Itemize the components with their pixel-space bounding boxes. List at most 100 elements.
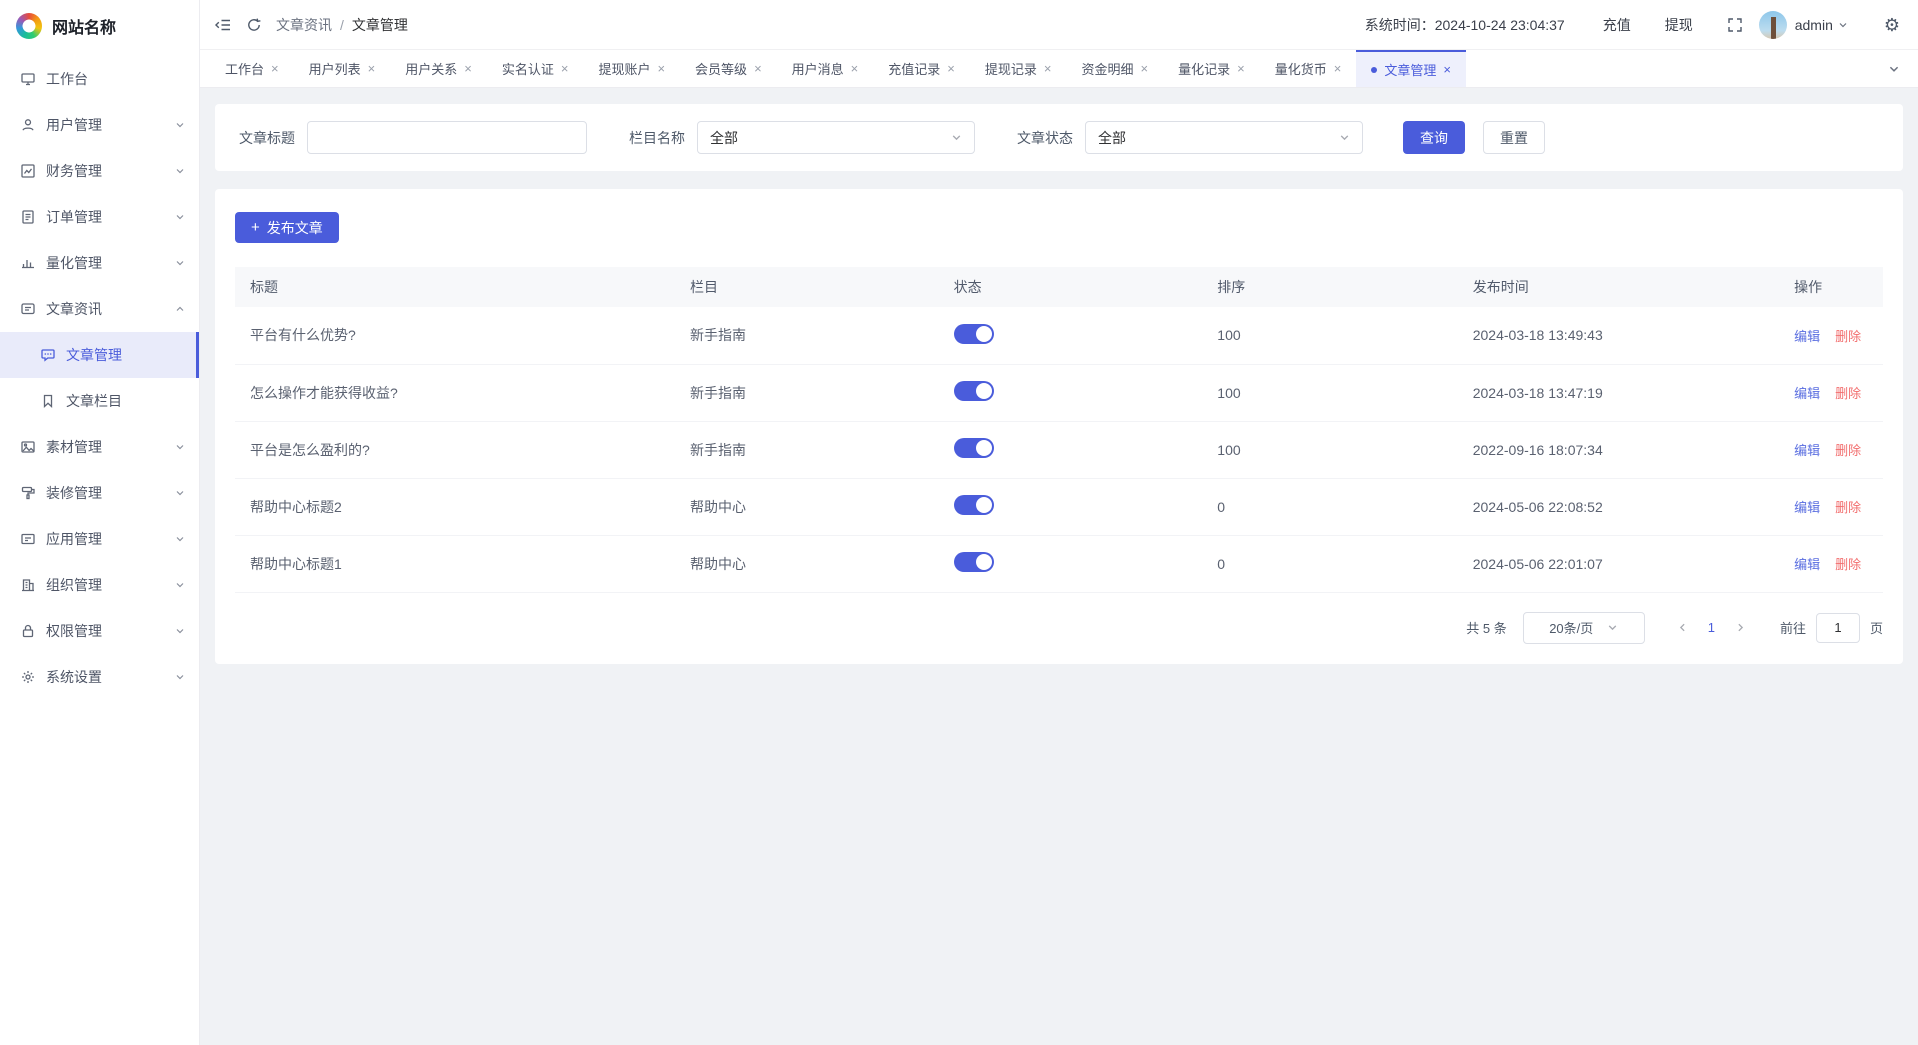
menu-collapse-icon[interactable] — [214, 16, 232, 34]
sidebar-item-articles[interactable]: 文章资讯 — [0, 286, 199, 332]
tab-close-icon[interactable]: × — [368, 61, 376, 76]
edit-link[interactable]: 编辑 — [1794, 500, 1820, 515]
table-row: 帮助中心标题1 帮助中心 0 2024-05-06 22:01:07 编辑删除 — [235, 535, 1883, 592]
status-toggle[interactable] — [954, 324, 994, 344]
status-toggle[interactable] — [954, 381, 994, 401]
sidebar-item-finance[interactable]: 财务管理 — [0, 148, 199, 194]
delete-link[interactable]: 删除 — [1835, 329, 1861, 344]
delete-link[interactable]: 删除 — [1835, 557, 1861, 572]
status-select[interactable]: 全部 — [1085, 121, 1363, 154]
tab-member-levels[interactable]: 会员等级× — [680, 50, 777, 87]
recharge-link[interactable]: 充值 — [1603, 15, 1631, 35]
tab-recharge-records[interactable]: 充值记录 × — [873, 50, 970, 87]
search-button[interactable]: 查询 — [1403, 121, 1465, 154]
cell-status — [944, 307, 1208, 364]
table-row: 平台有什么优势? 新手指南 100 2024-03-18 13:49:43 编辑… — [235, 307, 1883, 364]
tab-workbench[interactable]: 工作台× — [210, 50, 294, 87]
reset-button[interactable]: 重置 — [1483, 121, 1545, 154]
tab-quant-currency[interactable]: 量化货币× — [1260, 50, 1357, 87]
chevron-down-icon — [1607, 622, 1618, 633]
status-toggle[interactable] — [954, 495, 994, 515]
status-toggle[interactable] — [954, 552, 994, 572]
sidebar-item-article-manage[interactable]: 文章管理 — [0, 332, 199, 378]
col-category: 栏目 — [680, 267, 944, 307]
tab-label: 资金明细 — [1081, 59, 1133, 78]
sidebar-item-decoration[interactable]: 装修管理 — [0, 470, 199, 516]
tab-label: 用户消息 — [792, 59, 844, 78]
sidebar-item-quant[interactable]: 量化管理 — [0, 240, 199, 286]
edit-link[interactable]: 编辑 — [1794, 557, 1820, 572]
sidebar-item-permissions[interactable]: 权限管理 — [0, 608, 199, 654]
sidebar-item-article-columns[interactable]: 文章栏目 — [0, 378, 199, 424]
publish-article-label: 发布文章 — [267, 218, 323, 238]
tab-close-icon[interactable]: × — [1141, 61, 1149, 76]
tab-fund-details[interactable]: 资金明细 × — [1066, 50, 1163, 87]
tab-close-icon[interactable]: × — [1443, 62, 1451, 77]
table-row: 怎么操作才能获得收益? 新手指南 100 2024-03-18 13:47:19… — [235, 364, 1883, 421]
page-unit-label: 页 — [1870, 618, 1883, 637]
app-root: 网站名称 工作台 用户管理 财务管理 订单管理 — [0, 0, 1918, 1045]
tab-close-icon[interactable]: × — [561, 61, 569, 76]
tab-article-manage[interactable]: 文章管理× — [1356, 50, 1466, 87]
cell-time: 2024-03-18 13:47:19 — [1463, 364, 1784, 421]
tab-close-icon[interactable]: × — [464, 61, 472, 76]
withdraw-link[interactable]: 提现 — [1665, 15, 1693, 35]
tab-close-icon[interactable]: × — [947, 61, 955, 76]
sidebar-item-label: 权限管理 — [46, 621, 165, 641]
tab-real-name-auth[interactable]: 实名认证× — [487, 50, 584, 87]
page-size-select[interactable]: 20条/页 — [1523, 612, 1645, 644]
page-number[interactable]: 1 — [1698, 620, 1725, 635]
article-title-input[interactable] — [307, 121, 587, 154]
sidebar-item-users[interactable]: 用户管理 — [0, 102, 199, 148]
tab-label: 充值记录 — [888, 59, 940, 78]
tab-close-icon[interactable]: × — [851, 61, 859, 76]
category-select[interactable]: 全部 — [697, 121, 975, 154]
plus-icon: + — [251, 219, 260, 236]
sidebar-item-orders[interactable]: 订单管理 — [0, 194, 199, 240]
status-toggle[interactable] — [954, 438, 994, 458]
tab-withdraw-accounts[interactable]: 提现账户× — [583, 50, 680, 87]
chevron-down-icon — [1838, 20, 1848, 30]
tab-user-list[interactable]: 用户列表× — [294, 50, 391, 87]
tab-user-messages[interactable]: 用户消息 × — [777, 50, 874, 87]
tab-label: 提现记录 — [985, 59, 1037, 78]
delete-link[interactable]: 删除 — [1835, 443, 1861, 458]
user-menu[interactable]: admin — [1795, 17, 1848, 33]
edit-link[interactable]: 编辑 — [1794, 443, 1820, 458]
prev-page-button[interactable] — [1667, 622, 1698, 633]
tab-close-icon[interactable]: × — [754, 61, 762, 76]
settings-gear-icon[interactable]: ⚙ — [1884, 16, 1900, 34]
tab-quant-records[interactable]: 量化记录× — [1163, 50, 1260, 87]
avatar[interactable] — [1759, 11, 1787, 39]
tab-user-relations[interactable]: 用户关系 × — [390, 50, 487, 87]
sidebar-item-settings[interactable]: 系统设置 — [0, 654, 199, 700]
toggle-knob — [976, 440, 992, 456]
sidebar-item-label: 文章管理 — [66, 345, 182, 365]
chevron-down-icon — [175, 258, 185, 268]
tab-close-icon[interactable]: × — [271, 61, 279, 76]
fullscreen-icon[interactable] — [1727, 17, 1743, 33]
username: admin — [1795, 17, 1833, 33]
tab-overflow-button[interactable] — [1870, 50, 1918, 87]
delete-link[interactable]: 删除 — [1835, 500, 1861, 515]
edit-link[interactable]: 编辑 — [1794, 329, 1820, 344]
edit-link[interactable]: 编辑 — [1794, 386, 1820, 401]
goto-page-input[interactable] — [1816, 613, 1860, 643]
col-actions: 操作 — [1784, 267, 1883, 307]
delete-link[interactable]: 删除 — [1835, 386, 1861, 401]
tab-close-icon[interactable]: × — [1044, 61, 1052, 76]
chevron-down-icon — [175, 626, 185, 636]
sidebar-item-organization[interactable]: 组织管理 — [0, 562, 199, 608]
next-page-button[interactable] — [1725, 622, 1756, 633]
publish-article-button[interactable]: + 发布文章 — [235, 212, 339, 243]
sidebar-item-workbench[interactable]: 工作台 — [0, 56, 199, 102]
tab-withdraw-records[interactable]: 提现记录 × — [970, 50, 1067, 87]
sidebar-item-materials[interactable]: 素材管理 — [0, 424, 199, 470]
tab-close-icon[interactable]: × — [657, 61, 665, 76]
sidebar-item-applications[interactable]: 应用管理 — [0, 516, 199, 562]
refresh-icon[interactable] — [246, 17, 262, 33]
tab-close-icon[interactable]: × — [1237, 61, 1245, 76]
tab-close-icon[interactable]: × — [1334, 61, 1342, 76]
breadcrumb-section[interactable]: 文章资讯 — [276, 15, 332, 35]
tab-label: 用户关系 — [405, 59, 457, 78]
